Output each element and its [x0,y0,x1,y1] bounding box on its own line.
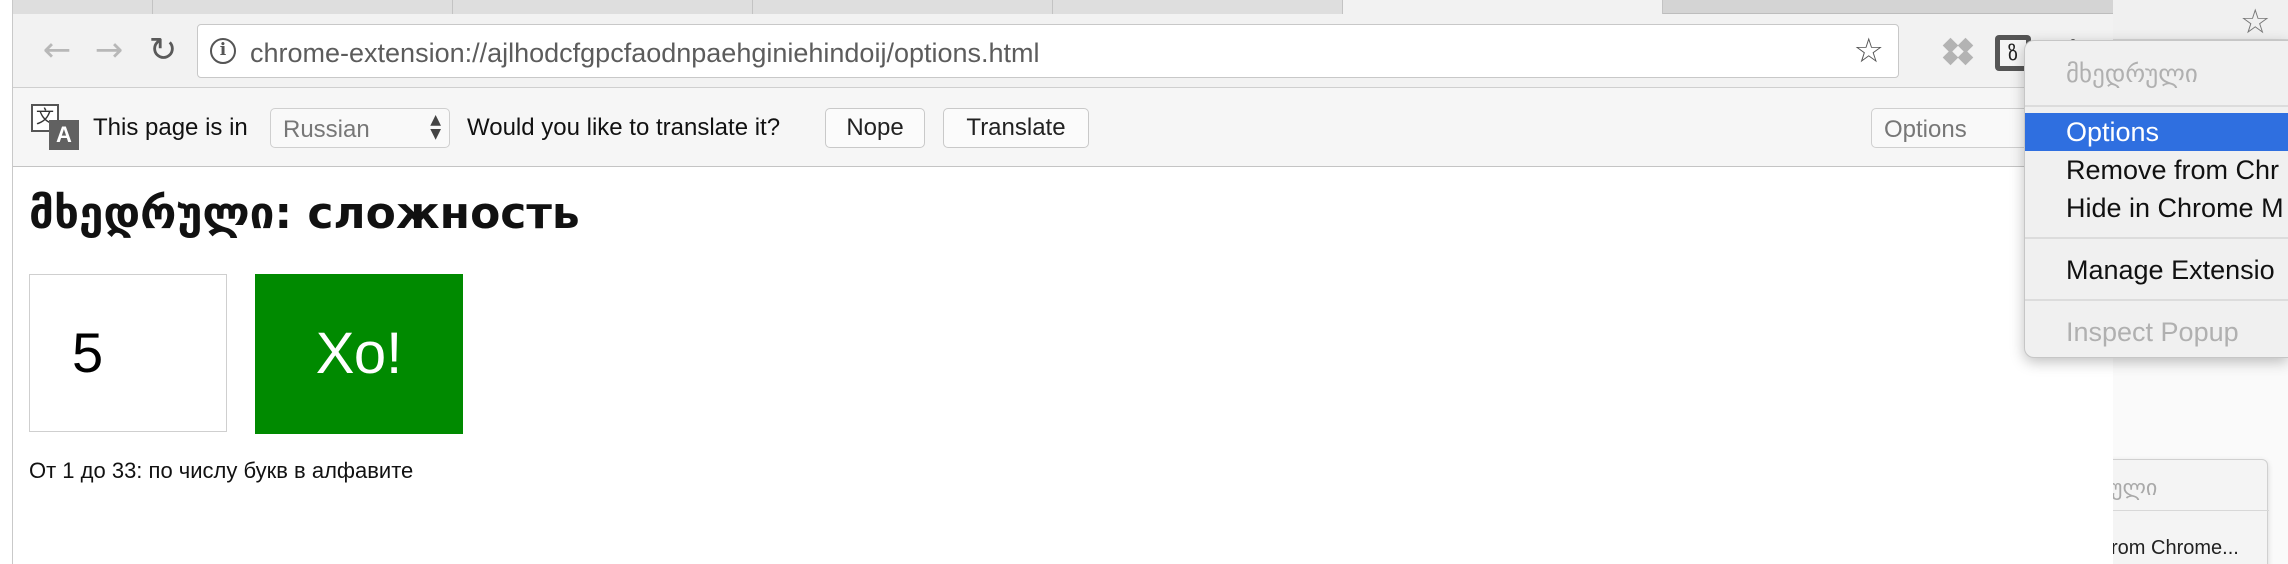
tab-strip [13,0,2113,14]
go-button[interactable]: Хо! [255,274,463,434]
back-button[interactable]: ← [35,28,79,72]
arrow-left-icon: ← [42,30,72,70]
background-menu-item: rom Chrome... [2111,537,2239,559]
translate-options-select[interactable]: Options [1871,108,2041,148]
source-language-select[interactable]: Russian ▲ ▼ [270,108,450,148]
tab[interactable] [753,0,1053,14]
browser-toolbar: ← → ↻ i chrome-extension://ajlhodcfgpcfa… [13,14,2113,88]
menu-item-hide[interactable]: Hide in Chrome M [2025,189,2288,227]
options-page: მხედრული: сложность 5 Хо! От 1 до 33: по… [13,168,2113,564]
background-menu-title: ული [2111,476,2158,501]
translate-question-text: Would you like to translate it? [467,114,781,141]
url-text[interactable]: chrome-extension://ajlhodcfgpcfaodnpaehg… [250,38,1040,69]
background-menu-separator [2101,510,2269,511]
menu-separator [2025,299,2288,301]
reload-button[interactable]: ↻ [141,28,185,72]
background-extension-menu: ული rom Chrome... [2100,459,2269,564]
info-icon[interactable]: i [210,38,236,64]
nope-button[interactable]: Nope [825,108,925,148]
difficulty-input[interactable]: 5 [29,274,227,432]
menu-separator [2025,105,2288,107]
dropbox-icon [1942,37,1974,68]
bookmark-star-icon[interactable]: ☆ [1854,31,1884,71]
tab[interactable] [153,0,453,14]
background-star-icon: ☆ [2240,2,2271,42]
translate-button[interactable]: Translate [943,108,1089,148]
forward-button[interactable]: → [87,28,131,72]
tab[interactable] [453,0,753,14]
dropbox-extension-button[interactable] [1941,36,1975,70]
extension-context-menu: მხედრული Options Remove from Chr Hide in… [2024,40,2288,358]
translate-infobar: 文 A This page is in Russian ▲ ▼ Would you… [13,88,2113,167]
georgian-letter-icon: ზ [2000,40,2026,66]
address-bar[interactable]: i chrome-extension://ajlhodcfgpcfaodnpae… [197,24,1899,78]
source-language-value: Russian [283,116,370,143]
reload-icon: ↻ [148,30,178,70]
menu-item-remove[interactable]: Remove from Chr [2025,151,2288,189]
translate-icon: 文 A [31,104,79,150]
menu-item-extension-name: მხედრული [2066,59,2198,88]
select-arrows-icon: ▲ ▼ [430,112,441,142]
menu-item-options[interactable]: Options [2025,113,2288,151]
browser-window: ← → ↻ i chrome-extension://ajlhodcfgpcfa… [12,0,2113,564]
menu-item-inspect-popup: Inspect Popup [2066,317,2239,347]
translate-prefix-text: This page is in [93,114,248,141]
page-title: მხედრული: сложность [29,188,580,239]
difficulty-hint: От 1 до 33: по числу букв в алфавите [29,458,414,483]
tab-active[interactable] [1343,0,1663,14]
menu-separator [2025,237,2288,239]
tab[interactable] [13,0,153,14]
translate-options-label: Options [1884,116,1967,143]
menu-item-manage-extensions[interactable]: Manage Extensio [2025,251,2288,289]
arrow-right-icon: → [94,30,124,70]
tab[interactable] [1053,0,1343,14]
